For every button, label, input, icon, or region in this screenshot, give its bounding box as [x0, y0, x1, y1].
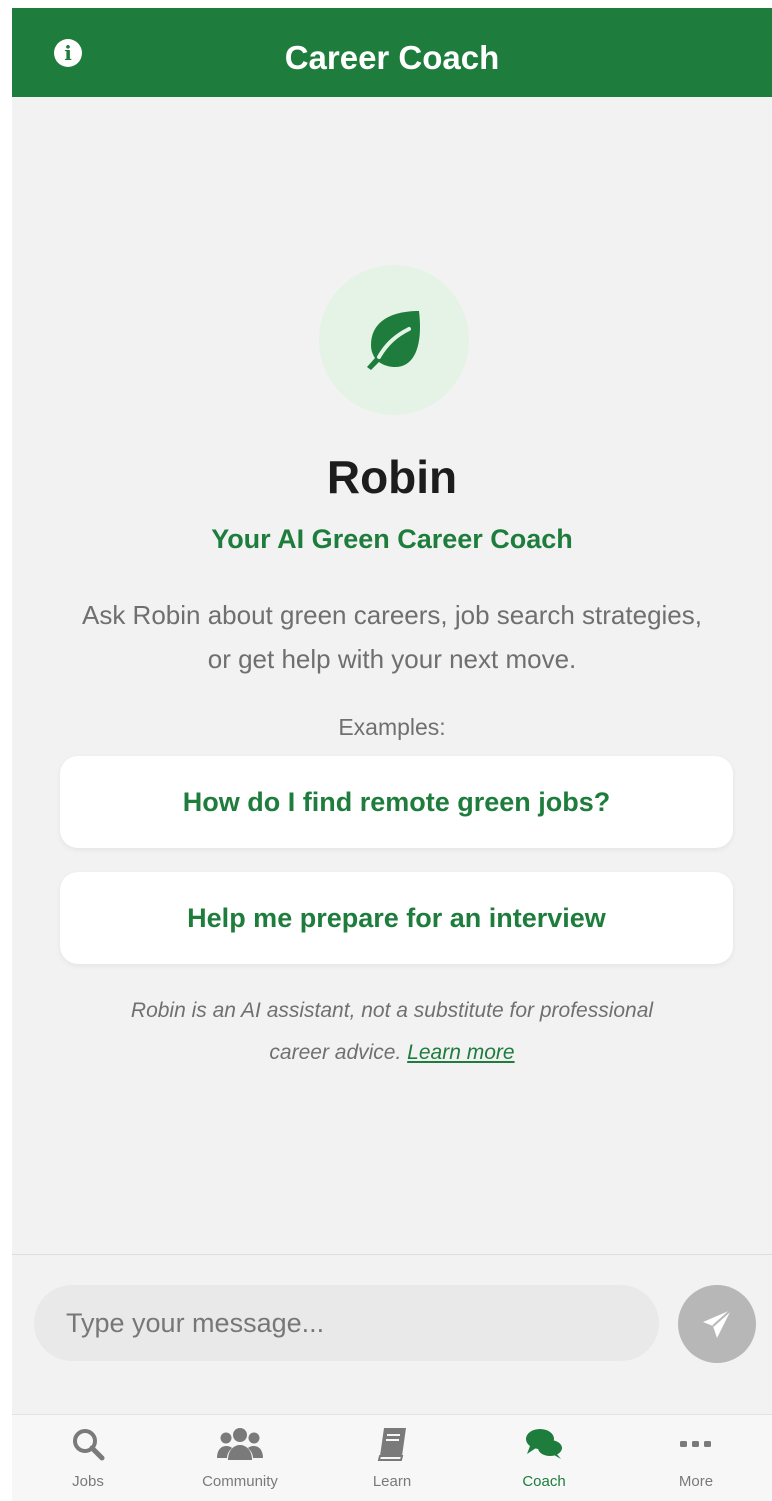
disclaimer: Robin is an AI assistant, not a substitu…: [112, 990, 672, 1074]
chat-bubbles-icon: [526, 1429, 562, 1459]
tab-more[interactable]: More: [620, 1415, 772, 1501]
examples-label: Examples:: [338, 714, 446, 740]
message-composer: [12, 1254, 772, 1414]
book-icon: [377, 1428, 406, 1461]
app-header: i Career Coach: [12, 8, 772, 97]
tab-coach[interactable]: Coach: [468, 1415, 620, 1501]
ellipsis-icon: [680, 1441, 711, 1447]
coach-avatar: [319, 265, 469, 415]
tab-label: Learn: [372, 1473, 412, 1490]
paper-plane-icon: [703, 1309, 732, 1338]
users-icon: [217, 1428, 263, 1460]
search-icon: [73, 1429, 105, 1461]
leaf-icon: [367, 311, 420, 370]
page-title: Career Coach: [284, 39, 500, 76]
tab-jobs[interactable]: Jobs: [12, 1415, 164, 1501]
coach-name: Robin: [326, 451, 458, 503]
bottom-tab-bar: Jobs Community Learn Coach More: [12, 1414, 772, 1501]
disclaimer-text: Robin is an AI assistant, not a substitu…: [130, 999, 654, 1064]
tab-label: More: [678, 1473, 714, 1490]
example-prompt-label: How do I find remote green jobs?: [182, 786, 611, 817]
example-prompt-label: Help me prepare for an interview: [187, 902, 606, 933]
send-button[interactable]: [678, 1285, 756, 1363]
message-input[interactable]: [34, 1285, 659, 1361]
coach-description: Ask Robin about green careers, job searc…: [81, 600, 702, 674]
coach-subtitle: Your AI Green Career Coach: [211, 524, 573, 554]
tab-community[interactable]: Community: [164, 1415, 316, 1501]
tab-learn[interactable]: Learn: [316, 1415, 468, 1501]
example-prompt-interview[interactable]: Help me prepare for an interview: [60, 872, 733, 964]
example-prompt-remote-jobs[interactable]: How do I find remote green jobs?: [60, 756, 733, 848]
tab-label: Jobs: [72, 1473, 104, 1490]
tab-label: Community: [202, 1473, 278, 1490]
tab-label: Coach: [522, 1473, 566, 1490]
app-screen: i Career Coach Robin Your AI Green Caree…: [12, 8, 772, 1501]
learn-more-link[interactable]: Learn more: [407, 1041, 514, 1064]
